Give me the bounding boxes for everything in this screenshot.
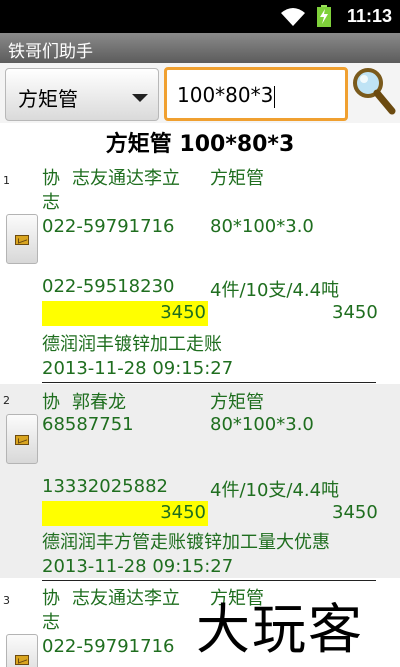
search-query: 100*80*3 [177,83,274,107]
quantity: 4件/10支/4.4吨 [210,480,340,501]
message-icon [15,655,29,665]
price-highlight-value: 3450 [160,502,206,523]
company-name-wrap: 志 [42,612,60,633]
battery-charging-icon [317,5,331,27]
price-highlight-value: 3450 [160,302,206,323]
watermark-logo: 大玩客 [196,598,364,661]
spec: 80*100*3.0 [210,216,314,237]
phone-secondary[interactable]: 13332025882 [42,476,168,497]
phone-primary[interactable]: 022-59791716 [42,216,174,237]
phone-primary[interactable]: 68587751 [42,414,134,435]
member-prefix: 协 [42,588,60,609]
quantity: 4件/10支/4.4吨 [210,280,340,301]
chevron-down-icon [132,94,148,102]
company-name: 志友通达李立 [72,168,180,189]
app-title: 铁哥们助手 [8,42,93,62]
note: 德润润丰方管走账镀锌加工量大优惠 [42,532,330,553]
app-title-bar: 铁哥们助手 [0,33,400,63]
message-button[interactable] [6,634,38,667]
clock: 11:13 [346,6,392,26]
phone-primary[interactable]: 022-59791716 [42,636,174,657]
message-icon [15,435,29,445]
spec: 80*100*3.0 [210,414,314,435]
price-highlight: 3450 [42,301,208,326]
product-name: 方矩管 [210,168,264,189]
item-index: 2 [3,394,10,407]
wifi-icon [281,8,305,26]
timestamp: 2013-11-28 09:15:27 [42,358,234,379]
magnifier-icon[interactable] [350,65,398,119]
member-prefix: 协 [42,392,60,413]
product-name: 方矩管 [210,392,264,413]
company-name-wrap: 志 [42,192,60,213]
note: 德润润丰镀锌加工走账 [42,334,222,355]
list-item[interactable]: 1 协 志友通达李立 志 方矩管 022-59791716 80*100*3.0… [0,164,400,382]
phone-secondary[interactable]: 022-59518230 [42,276,174,297]
timestamp: 2013-11-28 09:15:27 [42,556,234,577]
category-dropdown[interactable]: 方矩管 [5,68,159,121]
item-index: 1 [3,174,10,187]
price-highlight: 3450 [42,501,208,526]
search-input[interactable]: 100*80*3 [164,67,348,121]
company-name: 志友通达李立 [72,588,180,609]
message-icon [15,235,29,245]
divider [42,580,376,581]
status-bar: 11:13 [0,0,400,33]
divider [42,382,376,383]
price: 3450 [332,502,378,523]
item-index: 3 [3,594,10,607]
text-cursor [274,85,276,108]
company-name: 郭春龙 [72,392,126,413]
member-prefix: 协 [42,168,60,189]
search-row: 方矩管 100*80*3 [0,63,400,123]
category-selected: 方矩管 [18,87,78,111]
price: 3450 [332,302,378,323]
message-button[interactable] [6,414,38,464]
message-button[interactable] [6,214,38,264]
list-item[interactable]: 2 协 郭春龙 方矩管 68587751 80*100*3.0 13332025… [0,384,400,578]
result-header: 方矩管 100*80*3 [105,132,295,157]
